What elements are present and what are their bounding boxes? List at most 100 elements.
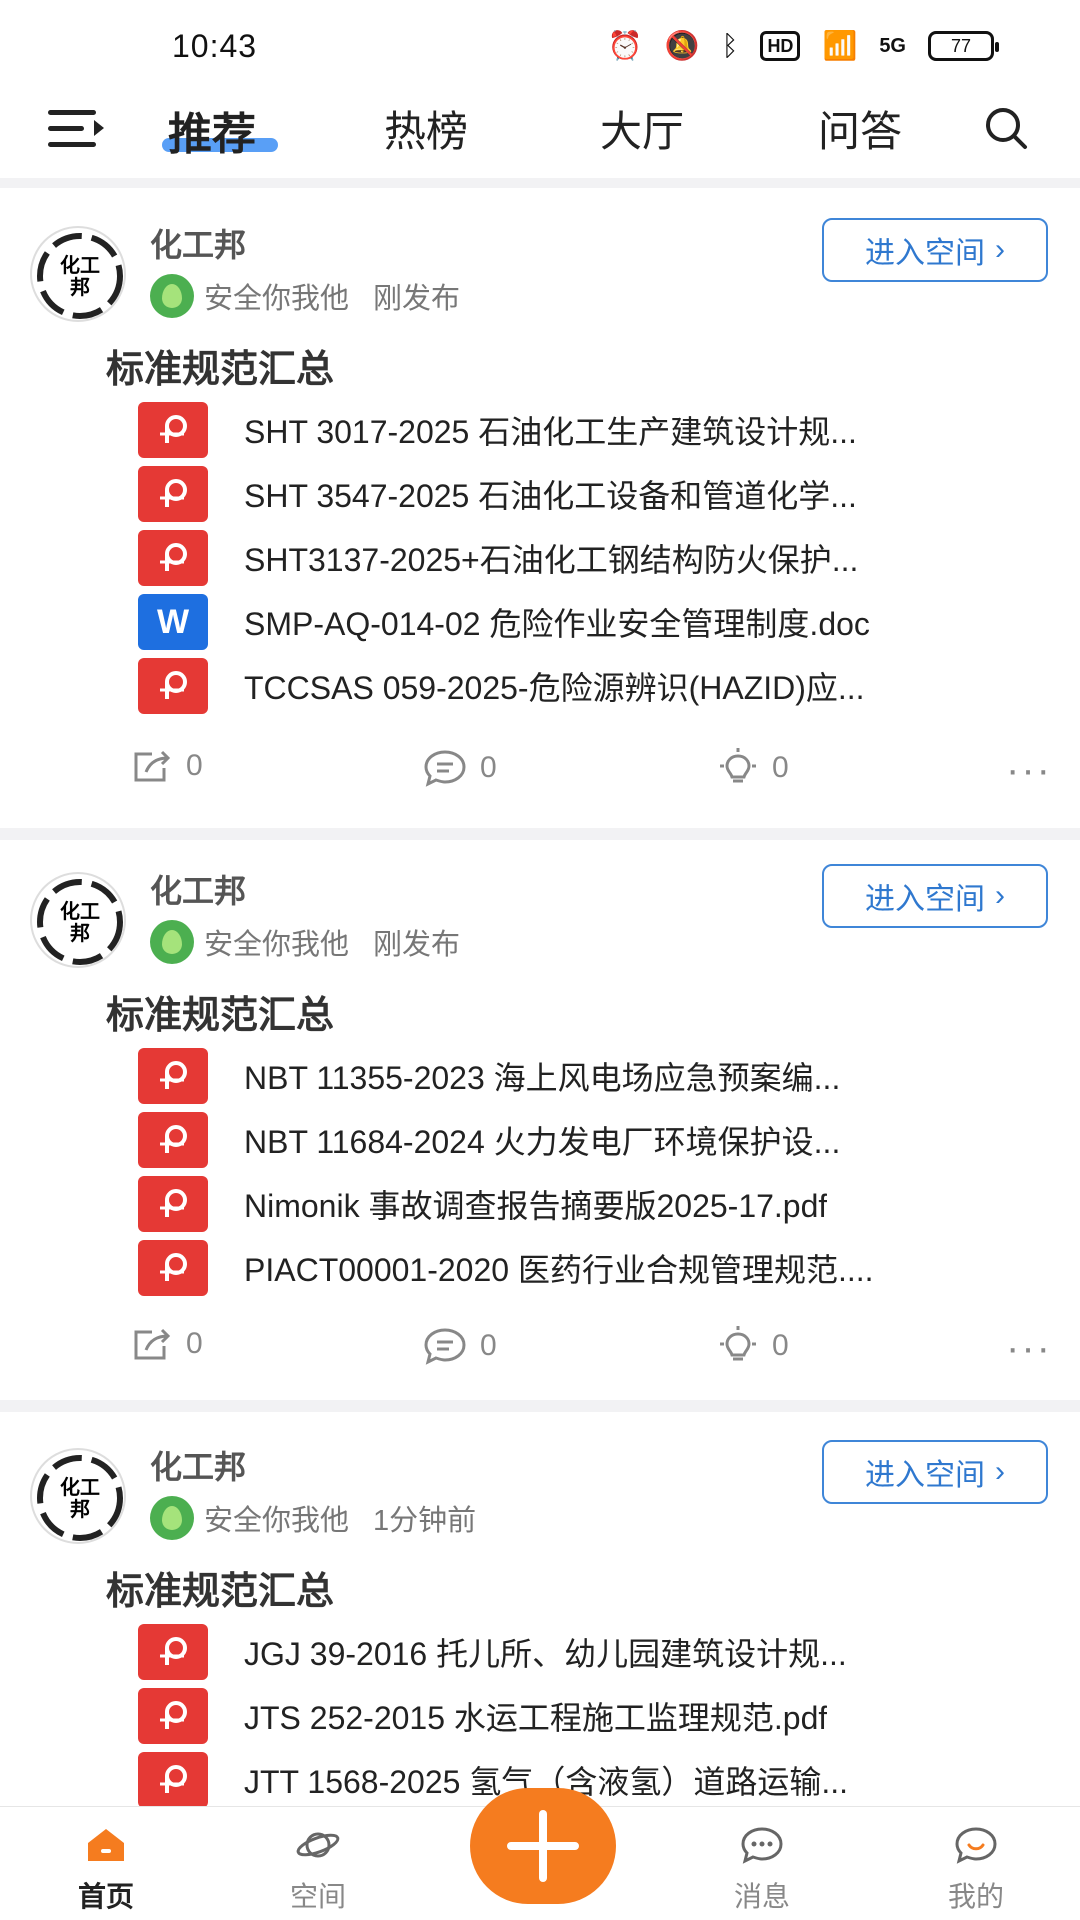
enter-space-button[interactable]: 进入空间 › [822,1440,1048,1504]
nav-home[interactable]: 首页 [46,1825,166,1915]
nav-space-label: 空间 [289,1881,346,1912]
enter-space-label: 进入空间 [865,237,985,270]
comment-button[interactable]: 0 [422,748,497,788]
author-name[interactable]: 化工邦 [150,866,246,912]
more-options-icon[interactable]: ··· [1006,1328,1052,1368]
like-button[interactable]: 0 [716,748,789,788]
file-item[interactable]: JGJ 39-2016 托儿所、幼儿园建筑设计规... [138,1624,1038,1680]
share-icon [134,1328,171,1360]
file-item[interactable]: SHT3137-2025+石油化工钢结构防火保护... [138,530,1038,586]
file-item[interactable]: Nimonik 事故调查报告摘要版2025-17.pdf [138,1176,1038,1232]
svg-text:邦: 邦 [70,1497,90,1521]
lightbulb-icon [720,748,756,783]
share-icon [134,750,171,782]
pdf-icon [138,530,208,586]
like-count: 0 [772,1329,789,1362]
comment-icon [424,750,466,787]
pdf-icon [138,1240,208,1296]
author-avatar[interactable]: 化工邦 [30,226,126,322]
post-title[interactable]: 标准规范汇总 [106,984,334,1039]
menu-icon[interactable] [48,106,104,150]
nav-messages[interactable]: 消息 [702,1825,822,1915]
space-tag[interactable]: 安全你我他 1分钟前 [150,1496,476,1540]
create-post-button[interactable] [470,1788,616,1904]
like-button[interactable]: 0 [716,1326,789,1366]
space-tag[interactable]: 安全你我他 刚发布 [150,920,460,964]
enter-space-button[interactable]: 进入空间 › [822,864,1048,928]
more-options-icon[interactable]: ··· [1006,750,1052,790]
top-nav: 推荐 热榜 大厅 问答 [0,92,1080,178]
pdf-icon [138,1688,208,1744]
nav-profile[interactable]: 我的 [916,1825,1036,1915]
mute-icon: 🔕 [664,30,700,61]
search-icon[interactable] [982,104,1030,152]
share-button[interactable]: 0 [130,748,203,784]
message-icon [741,1827,783,1864]
nav-divider [0,178,1080,188]
post-card[interactable]: 化工邦 化工邦 安全你我他 刚发布 进入空间 › 标准规范汇总 SHT 3017… [0,188,1080,828]
svg-text:化工: 化工 [60,253,100,277]
enter-space-button[interactable]: 进入空间 › [822,218,1048,282]
battery-icon: 77 [928,31,999,61]
pdf-icon [138,402,208,458]
author-name[interactable]: 化工邦 [150,1442,246,1488]
post-time: 刚发布 [373,283,461,315]
tab-hall[interactable]: 大厅 [600,98,684,159]
file-item[interactable]: PIACT00001-2020 医药行业合规管理规范.... [138,1240,1038,1296]
space-tag[interactable]: 安全你我他 刚发布 [150,274,460,318]
file-name: TCCSAS 059-2025-危险源辨识(HAZID)应... [244,670,865,706]
space-name: 安全你我他 [204,929,350,961]
card-divider [0,828,1080,840]
pdf-icon [138,1752,208,1808]
post-title[interactable]: 标准规范汇总 [106,1560,334,1615]
post-actions: 0 0 0 ··· [0,1326,1080,1376]
author-avatar[interactable]: 化工邦 [30,872,126,968]
enter-space-label: 进入空间 [865,1459,985,1492]
word-icon: W [138,594,208,650]
comment-button[interactable]: 0 [422,1326,497,1366]
share-button[interactable]: 0 [130,1326,203,1362]
pdf-icon [138,1176,208,1232]
file-item[interactable]: JTS 252-2015 水运工程施工监理规范.pdf [138,1688,1038,1744]
file-name: JTS 252-2015 水运工程施工监理规范.pdf [244,1700,828,1736]
file-item[interactable]: NBT 11684-2024 火力发电厂环境保护设... [138,1112,1038,1168]
tab-qa[interactable]: 问答 [818,98,902,159]
chevron-right-icon: › [995,233,1005,266]
enter-space-label: 进入空间 [865,883,985,916]
tab-recommend[interactable]: 推荐 [168,98,256,162]
author-avatar[interactable]: 化工邦 [30,1448,126,1544]
card-divider [0,1400,1080,1412]
tab-hot[interactable]: 热榜 [384,98,468,159]
file-item[interactable]: TCCSAS 059-2025-危险源辨识(HAZID)应... [138,658,1038,714]
battery-level: 77 [950,36,972,56]
space-name: 安全你我他 [204,1505,350,1537]
file-item[interactable]: SHT 3547-2025 石油化工设备和管道化学... [138,466,1038,522]
post-title[interactable]: 标准规范汇总 [106,338,334,393]
file-item[interactable]: SHT 3017-2025 石油化工生产建筑设计规... [138,402,1038,458]
comment-count: 0 [480,751,497,784]
profile-icon [955,1827,997,1864]
leaf-icon [150,1496,194,1540]
network-label: 5G [879,35,906,57]
bluetooth-icon: ᛒ [721,30,739,61]
file-name: JGJ 39-2016 托儿所、幼儿园建筑设计规... [244,1636,847,1672]
post-time: 1分钟前 [373,1505,477,1537]
post-card[interactable]: 化工邦 化工邦 安全你我他 1分钟前 进入空间 › 标准规范汇总 JGJ 39-… [0,1412,1080,1808]
file-item[interactable]: NBT 11355-2023 海上风电场应急预案编... [138,1048,1038,1104]
space-name: 安全你我他 [204,283,350,315]
nav-space[interactable]: 空间 [258,1825,378,1915]
file-name: SHT 3547-2025 石油化工设备和管道化学... [244,478,857,514]
post-card[interactable]: 化工邦 化工邦 安全你我他 刚发布 进入空间 › 标准规范汇总 NBT 1135… [0,840,1080,1400]
plus-icon [507,1810,579,1882]
author-name[interactable]: 化工邦 [150,220,246,266]
status-icons: ⏰ 🔕 ᛒ HD 📶 5G 77 [607,30,999,62]
status-time: 10:43 [172,28,258,64]
svg-text:化工: 化工 [60,1475,100,1499]
nav-home-label: 首页 [77,1881,134,1912]
file-name: SHT3137-2025+石油化工钢结构防火保护... [244,542,859,578]
alarm-icon: ⏰ [607,30,643,61]
file-item[interactable]: W SMP-AQ-014-02 危险作业安全管理制度.doc [138,594,1038,650]
comment-count: 0 [480,1329,497,1362]
wifi-icon: 📶 [822,30,858,61]
pdf-icon [138,1112,208,1168]
